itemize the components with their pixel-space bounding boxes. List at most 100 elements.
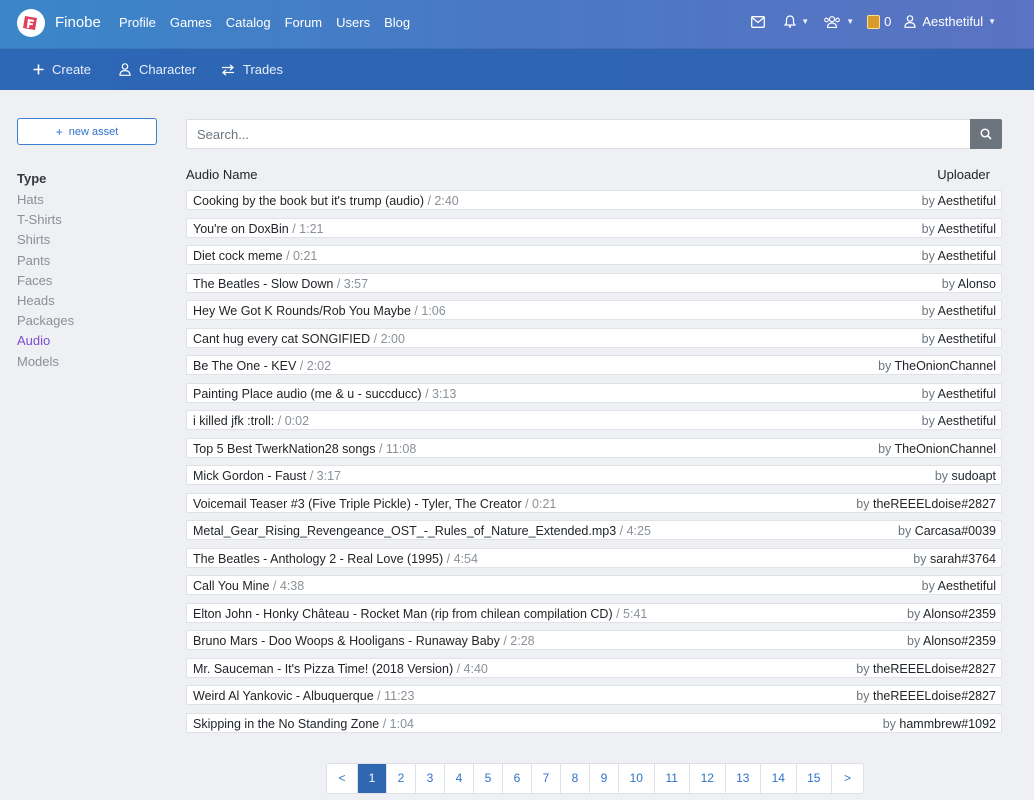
friends-button[interactable]: ▼ (823, 15, 854, 28)
table-row[interactable]: Mr. Sauceman - It's Pizza Time! (2018 Ve… (186, 657, 1002, 678)
table-row[interactable]: Be The One - KEV / 2:02 by TheOnionChanne… (186, 355, 1002, 375)
audio-title[interactable]: Elton John - Honky Château - Rocket Man … (193, 607, 647, 621)
table-row[interactable]: Mick Gordon - Faust / 3:17 by sudoapt (186, 465, 1002, 485)
uploader-link[interactable]: by Aesthetiful (922, 222, 996, 236)
table-row[interactable]: The Beatles - Anthology 2 - Real Love (1… (186, 547, 1002, 568)
page-button-8[interactable]: 8 (561, 764, 590, 793)
uploader-link[interactable]: by Alonso#2359 (907, 607, 996, 621)
audio-title[interactable]: i killed jfk :troll: / 0:02 (193, 414, 309, 428)
uploader-link[interactable]: by TheOnionChannel (878, 442, 996, 456)
uploader-link[interactable]: by theREEELdoise#2827 (856, 497, 996, 511)
table-row[interactable]: Skipping in the No Standing Zone / 1:04 b… (186, 712, 1002, 733)
audio-title[interactable]: Diet cock meme / 0:21 (193, 249, 317, 263)
uploader-link[interactable]: by theREEELdoise#2827 (856, 662, 996, 676)
user-menu[interactable]: Aesthetiful ▼ (904, 14, 996, 29)
audio-title[interactable]: The Beatles - Slow Down / 3:57 (193, 277, 368, 291)
messages-button[interactable] (751, 15, 766, 28)
page-button-3[interactable]: 3 (416, 764, 445, 793)
nav-blog[interactable]: Blog (384, 15, 410, 30)
table-row[interactable]: The Beatles - Slow Down / 3:57 by Alonso (186, 272, 1002, 293)
type-item-t-shirts[interactable]: T-Shirts (17, 213, 74, 233)
nav-profile[interactable]: Profile (119, 15, 156, 30)
table-row[interactable]: Weird Al Yankovic - Albuquerque / 11:23 b… (186, 685, 1002, 705)
table-row[interactable]: Top 5 Best TwerkNation28 songs / 11:08 by… (186, 437, 1002, 458)
uploader-link[interactable]: by Aesthetiful (922, 387, 996, 401)
finobe-logo[interactable] (17, 9, 45, 37)
table-row[interactable]: Call You Mine / 4:38 by Aesthetiful (186, 575, 1002, 595)
search-input[interactable] (186, 119, 970, 149)
uploader-link[interactable]: by Aesthetiful (922, 304, 996, 318)
audio-title[interactable]: Painting Place audio (me & u - succducc)… (193, 387, 456, 401)
audio-title[interactable]: Cooking by the book but it's trump (audi… (193, 194, 459, 208)
audio-title[interactable]: Hey We Got K Rounds/Rob You Maybe / 1:06 (193, 304, 446, 318)
page-button-13[interactable]: 13 (726, 764, 761, 793)
create-link[interactable]: Create (33, 62, 91, 77)
page-button-10[interactable]: 10 (619, 764, 655, 793)
page-prev-button[interactable]: < (327, 764, 358, 793)
audio-title[interactable]: You're on DoxBin / 1:21 (193, 222, 324, 236)
character-link[interactable]: Character (119, 62, 196, 77)
uploader-link[interactable]: by Alonso (942, 277, 996, 291)
table-row[interactable]: Bruno Mars - Doo Woops & Hooligans - Run… (186, 630, 1002, 650)
nav-games[interactable]: Games (170, 15, 212, 30)
uploader-link[interactable]: by Aesthetiful (922, 332, 996, 346)
table-row[interactable]: Cant hug every cat SONGIFIED / 2:00 by Ae… (186, 327, 1002, 348)
table-row[interactable]: Metal_Gear_Rising_Revengeance_OST_-_Rule… (186, 520, 1002, 540)
type-item-heads[interactable]: Heads (17, 293, 74, 314)
audio-title[interactable]: Mick Gordon - Faust / 3:17 (193, 469, 341, 483)
table-row[interactable]: Painting Place audio (me & u - succducc)… (186, 382, 1002, 403)
page-button-1[interactable]: 1 (358, 764, 387, 793)
trades-link[interactable]: Trades (221, 62, 283, 77)
uploader-link[interactable]: by sarah#3764 (913, 552, 996, 566)
type-item-faces[interactable]: Faces (17, 273, 74, 294)
audio-title[interactable]: The Beatles - Anthology 2 - Real Love (1… (193, 552, 478, 566)
nav-users[interactable]: Users (336, 15, 370, 30)
uploader-link[interactable]: by sudoapt (935, 469, 996, 483)
nav-forum[interactable]: Forum (285, 15, 323, 30)
audio-title[interactable]: Cant hug every cat SONGIFIED / 2:00 (193, 332, 405, 346)
new-asset-button[interactable]: + new asset (17, 118, 157, 145)
currency-button[interactable]: 0 (867, 14, 891, 29)
type-item-shirts[interactable]: Shirts (17, 233, 74, 253)
uploader-link[interactable]: by theREEELdoise#2827 (856, 689, 996, 703)
type-item-models[interactable]: Models (17, 354, 74, 375)
audio-title[interactable]: Voicemail Teaser #3 (Five Triple Pickle)… (193, 497, 556, 511)
type-item-packages[interactable]: Packages (17, 314, 74, 334)
page-button-11[interactable]: 11 (655, 764, 690, 793)
search-button[interactable] (970, 119, 1002, 149)
table-row[interactable]: You're on DoxBin / 1:21 by Aesthetiful (186, 217, 1002, 238)
audio-title[interactable]: Top 5 Best TwerkNation28 songs / 11:08 (193, 442, 416, 456)
page-button-9[interactable]: 9 (590, 764, 619, 793)
notifications-button[interactable]: ▼ (784, 15, 809, 28)
audio-title[interactable]: Skipping in the No Standing Zone / 1:04 (193, 717, 414, 731)
page-button-12[interactable]: 12 (690, 764, 726, 793)
table-row[interactable]: Voicemail Teaser #3 (Five Triple Pickle)… (186, 492, 1002, 513)
table-row[interactable]: Hey We Got K Rounds/Rob You Maybe / 1:06… (186, 300, 1002, 320)
uploader-link[interactable]: by Aesthetiful (922, 194, 996, 208)
audio-title[interactable]: Weird Al Yankovic - Albuquerque / 11:23 (193, 689, 414, 703)
table-row[interactable]: Elton John - Honky Château - Rocket Man … (186, 602, 1002, 623)
page-button-2[interactable]: 2 (387, 764, 416, 793)
type-item-hats[interactable]: Hats (17, 192, 74, 213)
audio-title[interactable]: Metal_Gear_Rising_Revengeance_OST_-_Rule… (193, 524, 651, 538)
table-row[interactable]: Diet cock meme / 0:21 by Aesthetiful (186, 245, 1002, 265)
page-button-5[interactable]: 5 (474, 764, 503, 793)
uploader-link[interactable]: by Aesthetiful (922, 414, 996, 428)
type-item-pants[interactable]: Pants (17, 253, 74, 274)
page-button-6[interactable]: 6 (503, 764, 532, 793)
audio-title[interactable]: Call You Mine / 4:38 (193, 579, 304, 593)
audio-title[interactable]: Bruno Mars - Doo Woops & Hooligans - Run… (193, 634, 535, 648)
page-button-7[interactable]: 7 (532, 764, 561, 793)
table-row[interactable]: i killed jfk :troll: / 0:02 by Aesthetifu… (186, 410, 1002, 430)
uploader-link[interactable]: by Alonso#2359 (907, 634, 996, 648)
uploader-link[interactable]: by Aesthetiful (922, 579, 996, 593)
page-next-button[interactable]: > (832, 764, 863, 793)
page-button-4[interactable]: 4 (445, 764, 474, 793)
audio-title[interactable]: Mr. Sauceman - It's Pizza Time! (2018 Ve… (193, 662, 488, 676)
audio-title[interactable]: Be The One - KEV / 2:02 (193, 359, 331, 373)
nav-catalog[interactable]: Catalog (226, 15, 271, 30)
page-button-15[interactable]: 15 (797, 764, 832, 793)
type-item-audio[interactable]: Audio (17, 334, 74, 354)
brand-name[interactable]: Finobe (55, 14, 101, 31)
uploader-link[interactable]: by TheOnionChannel (878, 359, 996, 373)
